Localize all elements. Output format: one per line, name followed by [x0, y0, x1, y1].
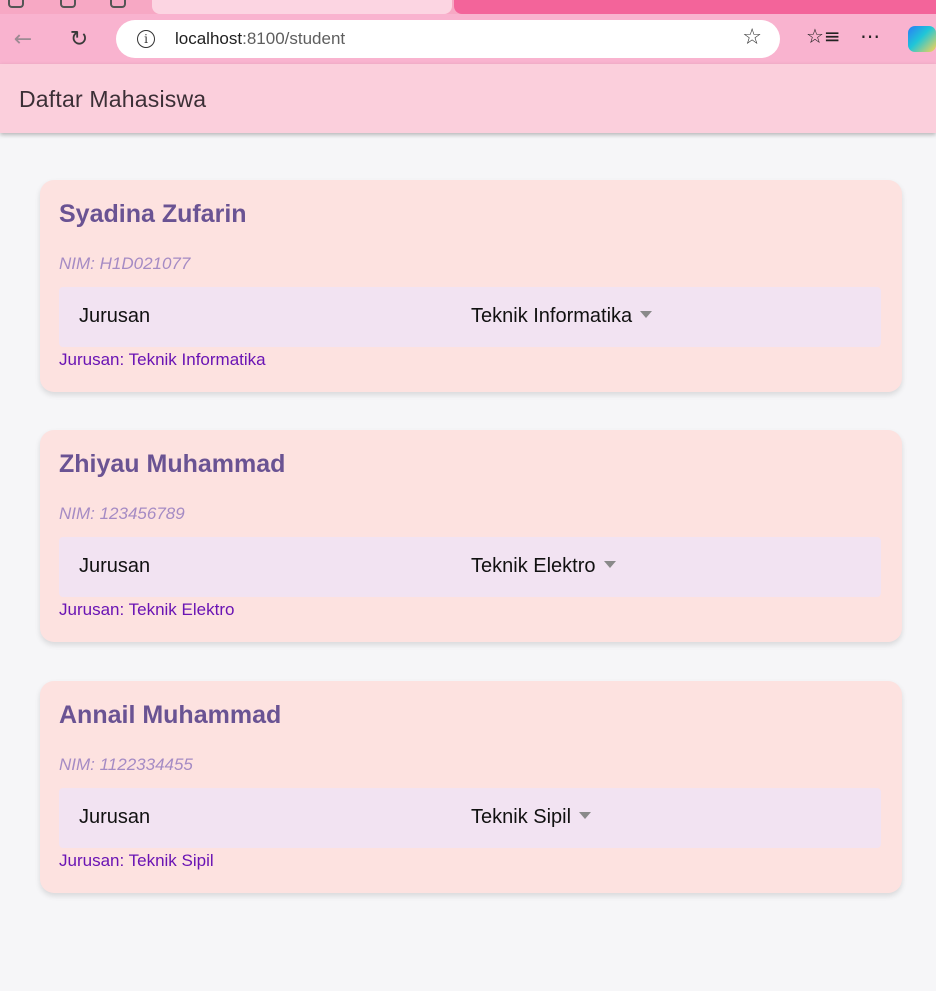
- jurusan-value-text: Teknik Sipil: [471, 806, 572, 828]
- student-name: Zhiyau Muhammad: [59, 450, 286, 478]
- tab-inactive[interactable]: [454, 0, 936, 14]
- jurusan-value[interactable]: Teknik Sipil: [471, 806, 592, 829]
- jurusan-select[interactable]: Jurusan Teknik Informatika: [59, 287, 881, 347]
- jurusan-summary: Jurusan: Teknik Informatika: [59, 350, 266, 369]
- student-name: Annail Muhammad: [59, 701, 282, 729]
- url-text[interactable]: localhost:8100/student: [175, 29, 345, 49]
- profile-icon[interactable]: [8, 0, 24, 8]
- jurusan-value[interactable]: Teknik Elektro: [471, 555, 616, 578]
- tab-strip: [0, 0, 936, 14]
- jurusan-value[interactable]: Teknik Informatika: [471, 305, 653, 328]
- student-nim: NIM: H1D021077: [59, 254, 191, 273]
- arrow-left-icon[interactable]: ←: [8, 24, 38, 54]
- student-nim: NIM: 123456789: [59, 504, 185, 523]
- student-card: Syadina Zufarin NIM: H1D021077 Jurusan T…: [40, 180, 902, 392]
- url-path: :8100/student: [242, 29, 346, 48]
- student-name: Syadina Zufarin: [59, 200, 247, 228]
- jurusan-label: Jurusan: [79, 806, 151, 828]
- jurusan-select[interactable]: Jurusan Teknik Elektro: [59, 537, 881, 597]
- more-icon[interactable]: ⋯: [860, 24, 880, 48]
- copilot-icon[interactable]: [908, 26, 936, 52]
- address-bar[interactable]: i localhost:8100/student ☆: [116, 20, 780, 58]
- chevron-down-icon[interactable]: [579, 812, 592, 820]
- tab-actions-icon[interactable]: [110, 0, 126, 8]
- jurusan-summary: Jurusan: Teknik Elektro: [59, 600, 235, 619]
- app-header: Daftar Mahasiswa: [0, 64, 936, 133]
- jurusan-label: Jurusan: [79, 555, 151, 577]
- student-nim: NIM: 1122334455: [59, 755, 193, 774]
- workspaces-icon[interactable]: [60, 0, 76, 8]
- chevron-down-icon[interactable]: [640, 311, 653, 319]
- browser-toolbar: ← ↻ i localhost:8100/student ☆ ☆≡ ⋯: [0, 14, 936, 64]
- chevron-down-icon[interactable]: [603, 561, 616, 569]
- jurusan-value-text: Teknik Informatika: [471, 305, 633, 327]
- info-icon[interactable]: i: [137, 30, 155, 48]
- favorites-icon[interactable]: ☆≡: [806, 24, 841, 48]
- jurusan-value-text: Teknik Elektro: [471, 555, 596, 577]
- student-card: Zhiyau Muhammad NIM: 123456789 Jurusan T…: [40, 430, 902, 642]
- jurusan-label: Jurusan: [79, 305, 151, 327]
- jurusan-summary: Jurusan: Teknik Sipil: [59, 851, 214, 870]
- jurusan-select[interactable]: Jurusan Teknik Sipil: [59, 788, 881, 848]
- student-card: Annail Muhammad NIM: 1122334455 Jurusan …: [40, 681, 902, 893]
- page-title: Daftar Mahasiswa: [19, 86, 207, 112]
- reload-icon[interactable]: ↻: [64, 24, 94, 54]
- url-host: localhost: [175, 29, 243, 48]
- star-icon[interactable]: ☆: [742, 25, 762, 50]
- tab-active[interactable]: [152, 0, 452, 14]
